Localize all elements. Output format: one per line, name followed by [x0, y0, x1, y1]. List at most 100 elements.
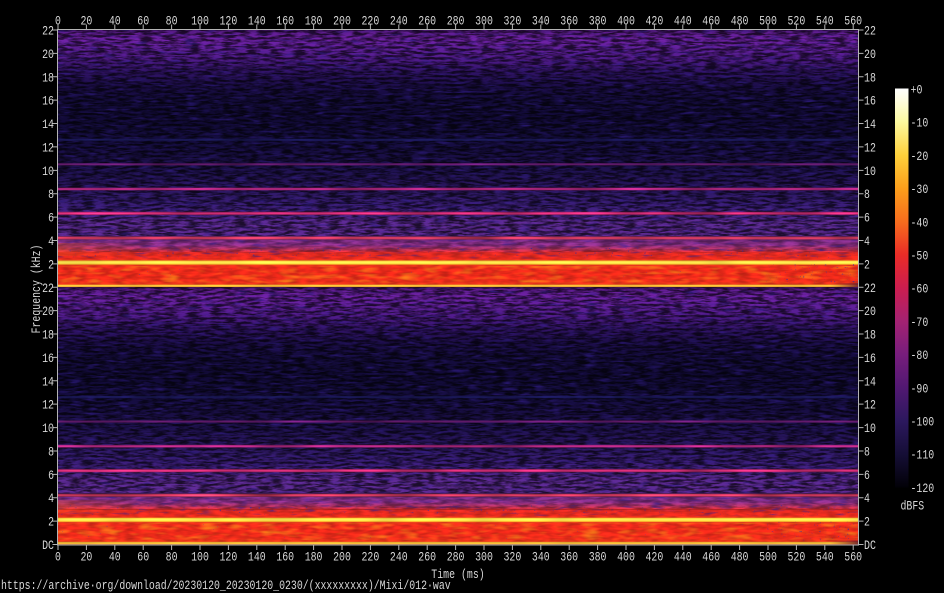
- svg-text:300: 300: [475, 550, 493, 565]
- svg-text:DC: DC: [864, 538, 876, 553]
- svg-text:4: 4: [48, 491, 54, 506]
- svg-text:8: 8: [864, 187, 870, 202]
- svg-text:2: 2: [48, 515, 54, 530]
- svg-text:4: 4: [864, 491, 870, 506]
- svg-text:120: 120: [220, 550, 238, 565]
- svg-text:540: 540: [816, 550, 834, 565]
- svg-text:12: 12: [864, 140, 876, 155]
- svg-text:400: 400: [617, 550, 635, 565]
- svg-text:-120: -120: [911, 481, 935, 496]
- svg-text:20: 20: [80, 14, 92, 29]
- svg-text:-90: -90: [911, 381, 929, 396]
- svg-text:220: 220: [362, 14, 380, 29]
- svg-text:14: 14: [42, 117, 54, 132]
- svg-text:540: 540: [816, 14, 834, 29]
- svg-text:8: 8: [864, 445, 870, 460]
- svg-text:16: 16: [42, 351, 54, 366]
- svg-text:260: 260: [418, 14, 436, 29]
- svg-text:280: 280: [447, 550, 465, 565]
- svg-text:480: 480: [731, 550, 749, 565]
- svg-text:500: 500: [759, 550, 777, 565]
- svg-text:360: 360: [560, 550, 578, 565]
- svg-text:560: 560: [844, 550, 862, 565]
- svg-text:0: 0: [55, 550, 61, 565]
- svg-text:10: 10: [864, 421, 876, 436]
- svg-text:80: 80: [166, 14, 178, 29]
- svg-text:-20: -20: [911, 149, 929, 164]
- svg-text:12: 12: [864, 398, 876, 413]
- svg-text:240: 240: [390, 550, 408, 565]
- svg-text:200: 200: [333, 550, 351, 565]
- svg-text:180: 180: [305, 14, 323, 29]
- svg-text:20: 20: [864, 47, 876, 62]
- svg-text:340: 340: [532, 14, 550, 29]
- svg-text:440: 440: [674, 550, 692, 565]
- svg-text:60: 60: [137, 14, 149, 29]
- svg-text:420: 420: [646, 550, 664, 565]
- svg-text:16: 16: [864, 94, 876, 109]
- svg-text:+0: +0: [911, 83, 923, 98]
- svg-text:12: 12: [42, 140, 54, 155]
- svg-text:-40: -40: [911, 215, 929, 230]
- svg-text:18: 18: [42, 70, 54, 85]
- svg-text:2: 2: [864, 515, 870, 530]
- svg-text:20: 20: [80, 550, 92, 565]
- svg-text:440: 440: [674, 14, 692, 29]
- svg-text:18: 18: [864, 328, 876, 343]
- svg-text:320: 320: [504, 550, 522, 565]
- svg-text:18: 18: [864, 70, 876, 85]
- svg-text:4: 4: [864, 234, 870, 249]
- svg-text:20: 20: [42, 47, 54, 62]
- svg-text:360: 360: [560, 14, 578, 29]
- svg-text:https://archive·org/download/2: https://archive·org/download/20230120_20…: [1, 579, 451, 593]
- svg-text:22: 22: [864, 281, 876, 296]
- svg-text:140: 140: [248, 550, 266, 565]
- svg-text:60: 60: [137, 550, 149, 565]
- svg-text:-100: -100: [911, 415, 935, 430]
- svg-text:40: 40: [109, 550, 121, 565]
- svg-text:14: 14: [42, 374, 54, 389]
- svg-text:460: 460: [702, 550, 720, 565]
- svg-text:-110: -110: [911, 448, 935, 463]
- svg-text:340: 340: [532, 550, 550, 565]
- svg-text:14: 14: [864, 374, 876, 389]
- svg-text:6: 6: [864, 211, 870, 226]
- svg-text:10: 10: [42, 164, 54, 179]
- svg-text:100: 100: [191, 14, 209, 29]
- svg-text:6: 6: [864, 468, 870, 483]
- svg-text:16: 16: [864, 351, 876, 366]
- svg-text:500: 500: [759, 14, 777, 29]
- svg-text:320: 320: [504, 14, 522, 29]
- svg-text:560: 560: [844, 14, 862, 29]
- svg-text:240: 240: [390, 14, 408, 29]
- svg-text:-50: -50: [911, 249, 929, 264]
- svg-text:10: 10: [864, 164, 876, 179]
- svg-text:200: 200: [333, 14, 351, 29]
- svg-text:520: 520: [788, 14, 806, 29]
- svg-text:0: 0: [55, 14, 61, 29]
- svg-text:12: 12: [42, 398, 54, 413]
- svg-text:-60: -60: [911, 282, 929, 297]
- svg-text:460: 460: [702, 14, 720, 29]
- svg-text:DC: DC: [42, 538, 54, 553]
- svg-text:6: 6: [48, 211, 54, 226]
- svg-text:20: 20: [864, 304, 876, 319]
- svg-text:-70: -70: [911, 315, 929, 330]
- svg-text:480: 480: [731, 14, 749, 29]
- svg-text:Frequency (kHz): Frequency (kHz): [29, 245, 44, 334]
- svg-text:160: 160: [276, 550, 294, 565]
- svg-text:180: 180: [305, 550, 323, 565]
- svg-text:220: 220: [362, 550, 380, 565]
- svg-text:4: 4: [48, 234, 54, 249]
- svg-text:dBFS: dBFS: [901, 499, 925, 514]
- svg-text:100: 100: [191, 550, 209, 565]
- svg-text:420: 420: [646, 14, 664, 29]
- svg-text:380: 380: [589, 550, 607, 565]
- svg-text:160: 160: [276, 14, 294, 29]
- svg-text:-80: -80: [911, 348, 929, 363]
- svg-text:22: 22: [864, 24, 876, 39]
- svg-text:40: 40: [109, 14, 121, 29]
- svg-text:140: 140: [248, 14, 266, 29]
- svg-text:22: 22: [42, 24, 54, 39]
- svg-text:300: 300: [475, 14, 493, 29]
